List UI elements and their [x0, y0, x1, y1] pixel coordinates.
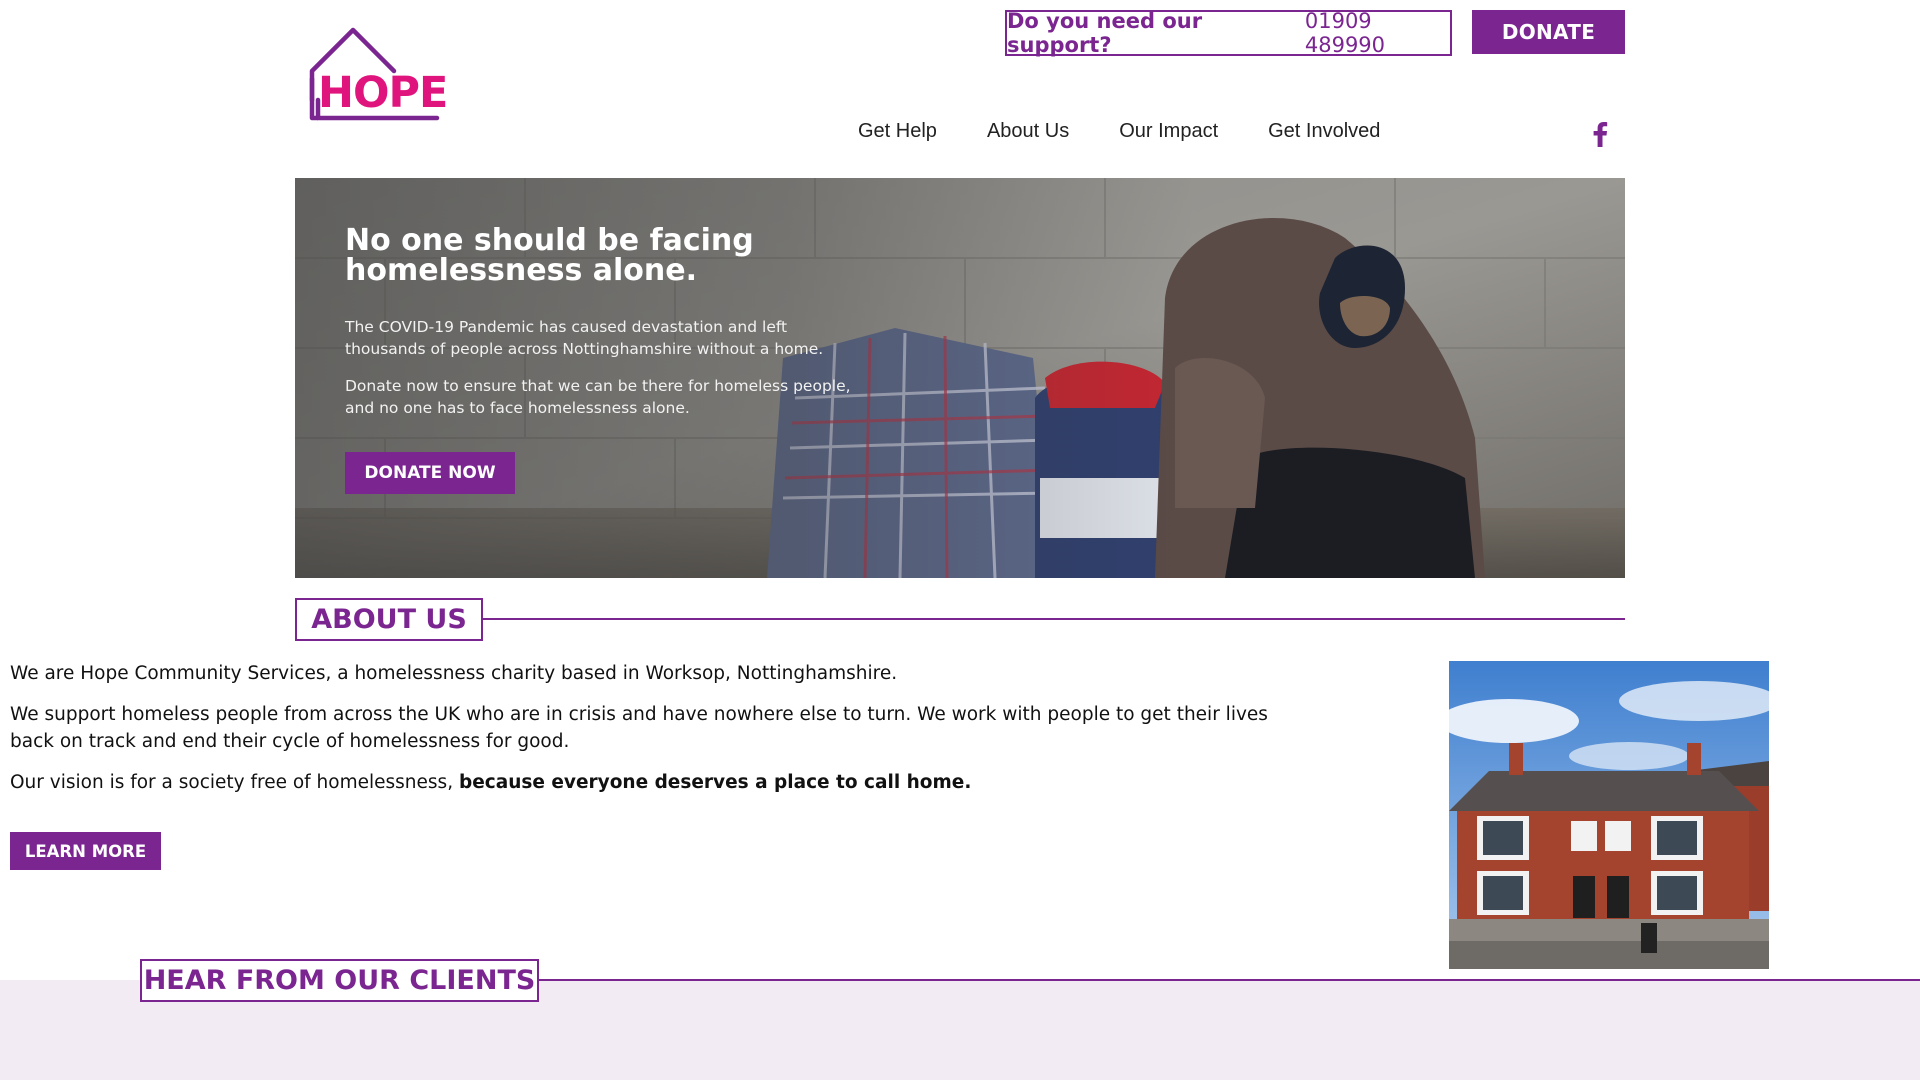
about-divider-line: [483, 618, 1625, 620]
nav-our-impact[interactable]: Our Impact: [1119, 120, 1218, 150]
support-phone-number[interactable]: 01909 489990: [1305, 9, 1450, 57]
about-text: We are Hope Community Services, a homele…: [10, 660, 1280, 810]
building-photo: [1449, 661, 1769, 969]
hope-logo[interactable]: HOPE: [300, 26, 448, 126]
hero-banner: No one should be facing homelessness alo…: [295, 178, 1625, 578]
hero-title: No one should be facing homelessness alo…: [345, 223, 754, 288]
about-section-title: ABOUT US: [295, 598, 483, 641]
site-header: HOPE Do you need our support? 01909 4899…: [0, 0, 1920, 178]
hero-paragraph-1: The COVID-19 Pandemic has caused devasta…: [345, 318, 824, 358]
nav-about-us[interactable]: About Us: [987, 120, 1069, 150]
about-paragraph-3: Our vision is for a society free of home…: [10, 769, 1280, 796]
donate-now-button[interactable]: DONATE NOW: [345, 452, 515, 494]
main-nav: Get Help About Us Our Impact Get Involve…: [858, 120, 1380, 150]
about-paragraph-2-text: We support homeless people from across t…: [10, 704, 1268, 752]
about-paragraph-2: We support homeless people from across t…: [10, 701, 1275, 755]
learn-more-button[interactable]: LEARN MORE: [10, 832, 161, 870]
logo-text: HOPE: [318, 68, 448, 118]
clients-section-title: HEAR FROM OUR CLIENTS: [140, 959, 539, 1002]
support-phone-box[interactable]: Do you need our support? 01909 489990: [1005, 9, 1452, 57]
nav-get-help[interactable]: Get Help: [858, 120, 937, 150]
support-question: Do you need our support?: [1007, 9, 1203, 57]
nav-get-involved[interactable]: Get Involved: [1268, 120, 1380, 150]
facebook-icon[interactable]: [1590, 120, 1610, 148]
about-vision-bold: because everyone deserves a place to cal…: [458, 772, 972, 793]
about-paragraph-1: We are Hope Community Services, a homele…: [10, 663, 898, 684]
hero-paragraph-2: Donate now to ensure that we can be ther…: [345, 377, 851, 417]
about-vision-text: Our vision is for a society free of home…: [10, 772, 459, 793]
donate-button[interactable]: DONATE: [1472, 10, 1625, 54]
clients-divider-line: [538, 979, 1920, 981]
